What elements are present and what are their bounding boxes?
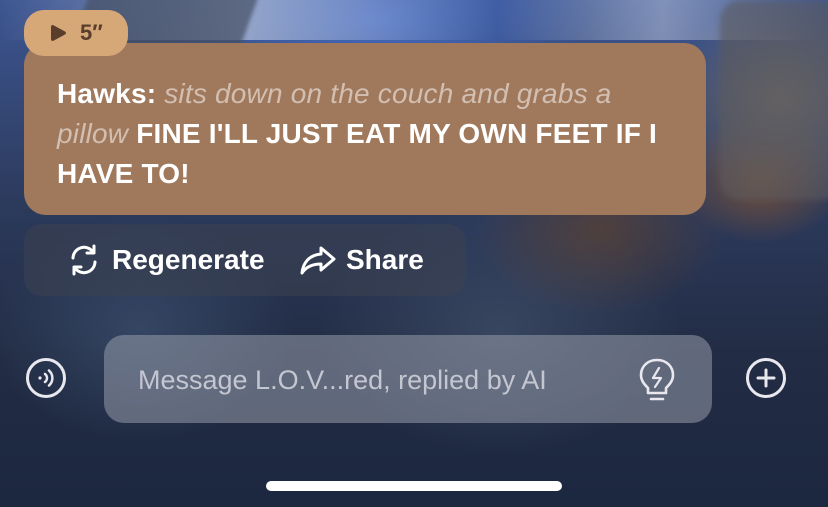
voice-icon	[38, 369, 54, 387]
voice-duration-badge[interactable]: 5″	[24, 10, 128, 56]
play-icon	[51, 25, 66, 41]
add-button[interactable]	[746, 358, 786, 398]
refresh-icon	[71, 244, 97, 276]
message-text: FINE I'LL JUST EAT MY OWN FEET IF I HAVE…	[57, 118, 658, 189]
voice-button[interactable]	[26, 358, 66, 398]
plus-icon	[756, 368, 776, 388]
regenerate-button[interactable]: Regenerate	[66, 224, 265, 296]
home-indicator[interactable]	[266, 481, 562, 491]
share-label: Share	[346, 244, 424, 275]
message-input[interactable]	[136, 335, 620, 425]
share-button[interactable]: Share	[300, 224, 424, 296]
message-actions: Regenerate Share	[24, 224, 466, 296]
message-composer	[104, 335, 712, 425]
speaker-name: Hawks:	[57, 78, 157, 109]
message-bubble: Hawks: sits down on the couch and grabs …	[24, 43, 706, 215]
lightbulb-icon[interactable]	[635, 357, 679, 403]
share-arrow-icon	[300, 246, 336, 275]
duration-label: 5″	[80, 20, 103, 45]
regenerate-label: Regenerate	[112, 244, 265, 275]
